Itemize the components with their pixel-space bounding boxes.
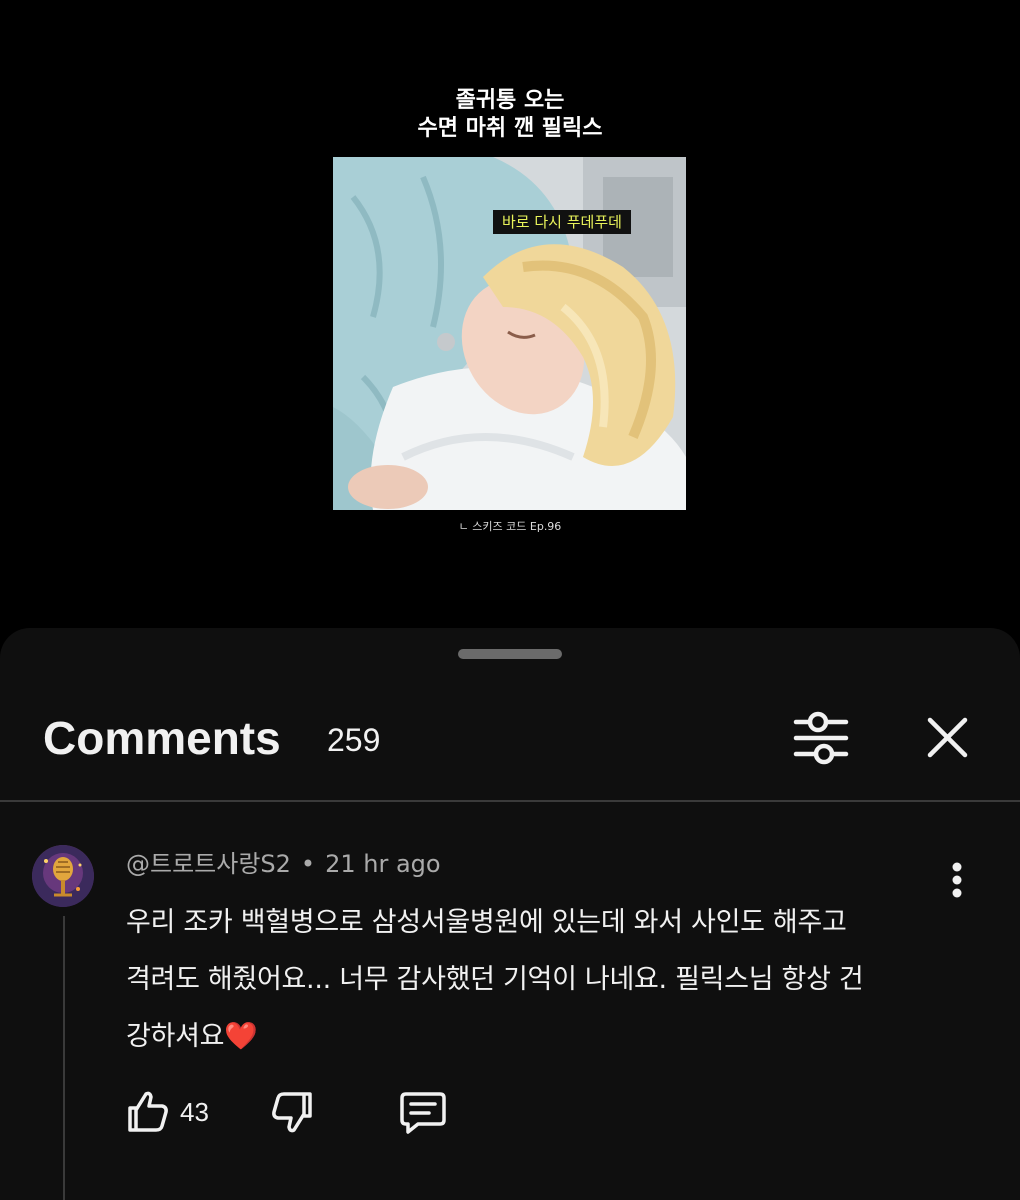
comment-text-line3-text: 강하셔요 [126, 1021, 225, 1052]
meta-separator: • [300, 850, 316, 878]
sliders-icon [793, 711, 849, 765]
filter-button[interactable] [788, 710, 854, 766]
like-count: 43 [180, 1097, 209, 1127]
comment-meta: @트로트사랑S2 • 21 hr ago [126, 848, 441, 880]
screen: 졸귀통 오는 수면 마취 깬 필릭스 바로 다시 푸데푸데 ㄴ 스키즈 코드 E… [0, 0, 1020, 1200]
comment-item: @트로트사랑S2 • 21 hr ago 우리 조카 백혈병으로 삼성서울병원에 있… [0, 818, 1020, 1200]
close-icon [927, 717, 968, 758]
microphone-avatar [32, 845, 94, 907]
like-button[interactable] [124, 1088, 172, 1136]
heart-emoji: ❤️ [224, 1021, 258, 1052]
comment-text-line1: 우리 조카 백혈병으로 삼성서울병원에 있는데 와서 사인도 해주고 [126, 907, 847, 938]
comment-time: 21 hr ago [325, 850, 441, 878]
video-thumbnail: 바로 다시 푸데푸데 [333, 157, 686, 510]
comment-text-line3: 강하셔요❤️ [126, 1008, 946, 1065]
video-player[interactable]: 졸귀통 오는 수면 마취 깬 필릭스 바로 다시 푸데푸데 ㄴ 스키즈 코드 E… [0, 0, 1020, 628]
comment-text-line2: 격려도 해줬어요... 너무 감사했던 기억이 나네요. 필릭스님 항상 건 [126, 964, 864, 995]
thumbs-up-icon [128, 1091, 168, 1132]
thread-line [63, 916, 65, 1200]
comment-author[interactable]: @트로트사랑S2 [126, 850, 291, 878]
video-caption: 바로 다시 푸데푸데 [493, 210, 631, 234]
comment-actions: 43 [0, 1088, 1020, 1148]
comment-text: 우리 조카 백혈병으로 삼성서울병원에 있는데 와서 사인도 해주고 격려도 해… [126, 894, 946, 1065]
video-title-line2: 수면 마취 깬 필릭스 [417, 116, 603, 141]
source-credit: ㄴ 스키즈 코드 Ep.96 [458, 520, 562, 533]
comments-sheet: Comments 259 @트로트사랑S2 • 21 hr ago 우리 조카 … [0, 628, 1020, 1200]
close-button[interactable] [920, 710, 976, 766]
reply-button[interactable] [398, 1088, 448, 1136]
reply-icon [400, 1092, 446, 1134]
video-title-line1: 졸귀통 오는 [455, 88, 565, 113]
dislike-button[interactable] [268, 1088, 316, 1136]
header-divider [0, 800, 1020, 802]
avatar[interactable] [32, 845, 94, 907]
thumbs-down-icon [272, 1092, 312, 1133]
drag-handle[interactable] [458, 649, 562, 659]
comments-title: Comments [43, 712, 281, 764]
comments-count: 259 [327, 722, 381, 758]
